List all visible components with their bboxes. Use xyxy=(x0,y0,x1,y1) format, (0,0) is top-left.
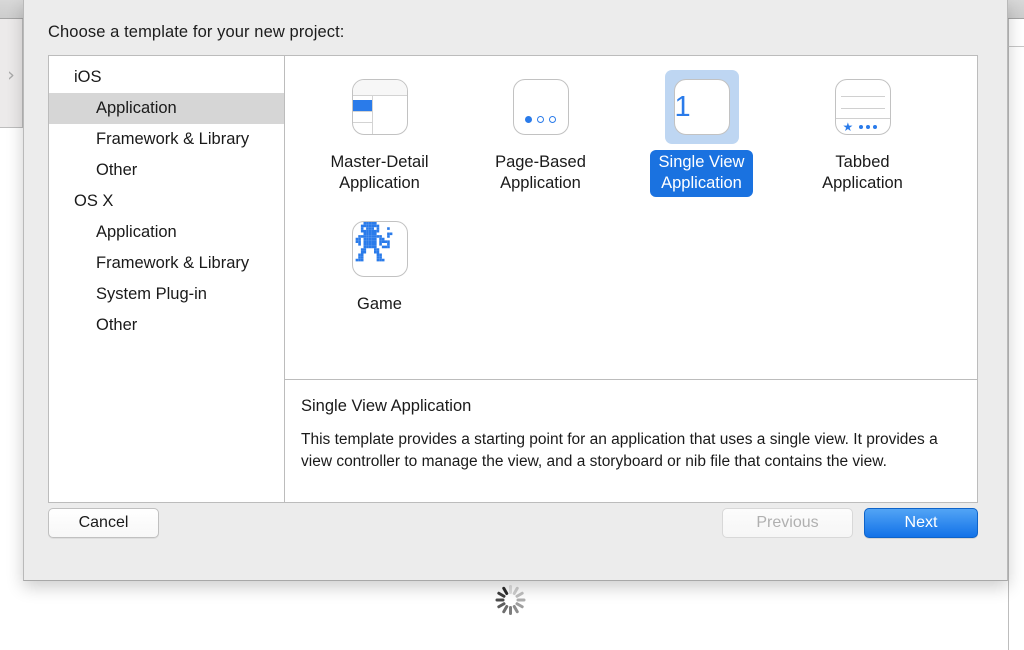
sidebar-item-ios[interactable]: iOS xyxy=(49,62,284,93)
sidebar-item-label: Framework & Library xyxy=(96,254,250,272)
tab-dot xyxy=(859,124,864,129)
template-icon-container xyxy=(504,70,578,144)
tab-more-dots xyxy=(859,124,878,129)
template-grid[interactable]: Master-Detail Application Page-Based Appl… xyxy=(285,56,977,380)
template-tabbed-application[interactable]: ★ Tabbed Application xyxy=(782,66,943,208)
template-single-view-application[interactable]: 1 Single View Application xyxy=(621,66,782,208)
spinner-spoke xyxy=(508,585,512,594)
template-chooser: iOS Application Framework & Library Other OS… xyxy=(48,55,978,503)
previous-button: Previous xyxy=(722,508,853,538)
navigator-pane: › xyxy=(0,19,23,128)
page-dot xyxy=(537,116,544,123)
md-list-row-divider xyxy=(352,111,372,112)
template-icon-container xyxy=(343,212,417,286)
md-list-row-divider xyxy=(352,122,372,123)
sidebar-item-label: Framework & Library xyxy=(96,130,250,148)
template-icon-container: 1 xyxy=(664,70,739,144)
new-project-template-sheet: Choose a template for your new project: … xyxy=(23,0,1008,581)
sidebar-item-other[interactable]: Other xyxy=(49,310,284,341)
utilities-pane-top xyxy=(1008,19,1024,47)
sidebar-item-other[interactable]: Other xyxy=(49,155,284,186)
description-body: This template provides a starting point … xyxy=(301,431,938,470)
tabbed-icon: ★ xyxy=(834,79,891,135)
cancel-button[interactable]: Cancel xyxy=(48,508,159,538)
single-view-number: 1 xyxy=(674,91,691,123)
single-view-icon: 1 xyxy=(673,79,730,135)
description-title: Single View Application xyxy=(301,397,472,415)
sidebar-item-application[interactable]: Application xyxy=(49,217,284,248)
template-label: Tabbed Application xyxy=(822,153,903,192)
sidebar-item-label: Application xyxy=(96,99,177,117)
sidebar-item-application[interactable]: Application xyxy=(49,93,284,124)
template-right-side: Master-Detail Application Page-Based Appl… xyxy=(285,56,977,502)
chevron-right-icon[interactable]: › xyxy=(3,64,19,86)
tab-dot xyxy=(873,124,878,129)
sidebar-item-label: System Plug-in xyxy=(96,285,207,303)
template-master-detail-application[interactable]: Master-Detail Application xyxy=(299,66,460,208)
platform-category-sidebar[interactable]: iOS Application Framework & Library Other OS… xyxy=(49,56,285,502)
md-header-bar xyxy=(352,80,407,96)
template-label: Page-Based Application xyxy=(495,153,586,192)
template-label: Game xyxy=(357,295,402,313)
md-selected-row xyxy=(352,100,372,111)
sidebar-item-label: Other xyxy=(96,316,138,334)
template-label: Master-Detail Application xyxy=(330,153,429,192)
page-dots xyxy=(514,116,568,123)
tab-bar: ★ xyxy=(835,118,890,134)
tab-dot xyxy=(866,124,871,129)
template-description-panel: Single View Application This template pr… xyxy=(285,380,977,502)
utilities-pane-bottom xyxy=(1008,47,1024,650)
robot-sprite xyxy=(355,222,392,262)
star-icon: ★ xyxy=(842,119,854,134)
template-label: Single View Application xyxy=(649,150,754,197)
sidebar-item-label: iOS xyxy=(74,68,102,86)
progress-spinner-icon xyxy=(493,583,527,617)
spinner-spoke xyxy=(508,606,512,615)
spinner-spoke xyxy=(495,598,504,602)
page-dot xyxy=(549,116,556,123)
next-button[interactable]: Next xyxy=(864,508,978,538)
sidebar-item-system-plug-in[interactable]: System Plug-in xyxy=(49,279,284,310)
sidebar-item-label: Application xyxy=(96,223,177,241)
template-page-based-application[interactable]: Page-Based Application xyxy=(460,66,621,208)
sidebar-item-framework-library[interactable]: Framework & Library xyxy=(49,124,284,155)
sidebar-item-os-x[interactable]: OS X xyxy=(49,186,284,217)
sidebar-item-label: OS X xyxy=(74,192,114,210)
sheet-prompt-label: Choose a template for your new project: xyxy=(48,23,345,41)
md-split-divider xyxy=(371,96,373,134)
tab-content-line xyxy=(840,108,885,109)
template-icon-container: ★ xyxy=(826,70,900,144)
page-dot xyxy=(525,116,532,123)
sidebar-item-label: Other xyxy=(96,161,138,179)
spinner-spoke xyxy=(516,598,525,602)
template-icon-container xyxy=(343,70,417,144)
game-robot-icon xyxy=(351,221,408,277)
tab-content-line xyxy=(840,96,885,97)
page-based-icon xyxy=(512,79,569,135)
sidebar-item-framework-library[interactable]: Framework & Library xyxy=(49,248,284,279)
template-game[interactable]: Game xyxy=(299,208,460,350)
master-detail-icon xyxy=(351,79,408,135)
